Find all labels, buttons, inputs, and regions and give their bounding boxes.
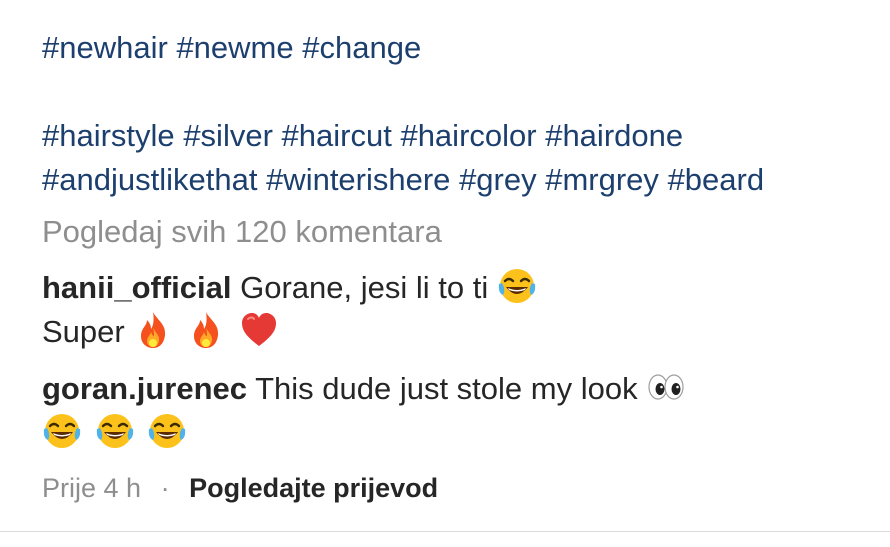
eyes-emoji — [646, 367, 686, 407]
hashtag-link[interactable]: #newhair — [42, 30, 168, 65]
hashtag-link[interactable]: #beard — [668, 162, 765, 197]
hashtag-link[interactable]: #silver — [183, 118, 273, 153]
comment-line: goran.jurenec This dude just stole my lo… — [42, 367, 690, 411]
timestamp: Prije 4 h — [42, 473, 142, 503]
comment-username[interactable]: hanii_official — [42, 270, 231, 305]
tears-of-joy-emoji — [497, 266, 537, 306]
hashtag-link[interactable]: #grey — [459, 162, 537, 197]
hashtag-block: #newhair #newme #change #hairstyle #silv… — [42, 26, 890, 202]
tears-of-joy-emoji — [95, 411, 135, 451]
see-translation-link[interactable]: Pogledajte prijevod — [189, 473, 438, 503]
fire-emoji — [133, 310, 173, 350]
red-heart-emoji — [239, 310, 279, 350]
hashtag-line-2: #hairstyle #silver #haircut #haircolor #… — [42, 114, 890, 158]
hashtag-line-1: #newhair #newme #change — [42, 26, 890, 70]
tears-of-joy-emoji — [147, 411, 187, 451]
comment: hanii_official Gorane, jesi li to ti Sup… — [42, 266, 541, 354]
hashtag-link[interactable]: #haircolor — [400, 118, 536, 153]
fire-emoji — [186, 310, 226, 350]
comment-meta: Prije 4 h · Pogledajte prijevod — [42, 470, 438, 506]
hashtag-line-3: #andjustlikethat #winterishere #grey #mr… — [42, 158, 890, 202]
hashtag-link[interactable]: #change — [302, 30, 421, 65]
hashtag-link[interactable]: #haircut — [282, 118, 392, 153]
comment-line: hanii_official Gorane, jesi li to ti — [42, 266, 541, 310]
view-all-comments-link[interactable]: Pogledaj svih 120 komentara — [42, 211, 442, 253]
comment-line — [42, 411, 690, 455]
hashtag-link[interactable]: #mrgrey — [545, 162, 659, 197]
hashtag-spacer — [42, 70, 890, 114]
hashtag-link[interactable]: #hairstyle — [42, 118, 175, 153]
comment-line: Super — [42, 310, 541, 354]
comment-username[interactable]: goran.jurenec — [42, 371, 247, 406]
comment: goran.jurenec This dude just stole my lo… — [42, 367, 690, 455]
hashtag-link[interactable]: #newme — [176, 30, 293, 65]
hashtag-link[interactable]: #winterishere — [266, 162, 450, 197]
separator-dot: · — [160, 473, 170, 503]
hashtag-link[interactable]: #hairdone — [545, 118, 683, 153]
tears-of-joy-emoji — [42, 411, 82, 451]
hashtag-link[interactable]: #andjustlikethat — [42, 162, 257, 197]
divider — [0, 531, 890, 532]
comment-text: Gorane, jesi li to ti — [240, 270, 489, 305]
comment-text: Super — [42, 314, 125, 349]
comment-text: This dude just stole my look — [255, 371, 638, 406]
